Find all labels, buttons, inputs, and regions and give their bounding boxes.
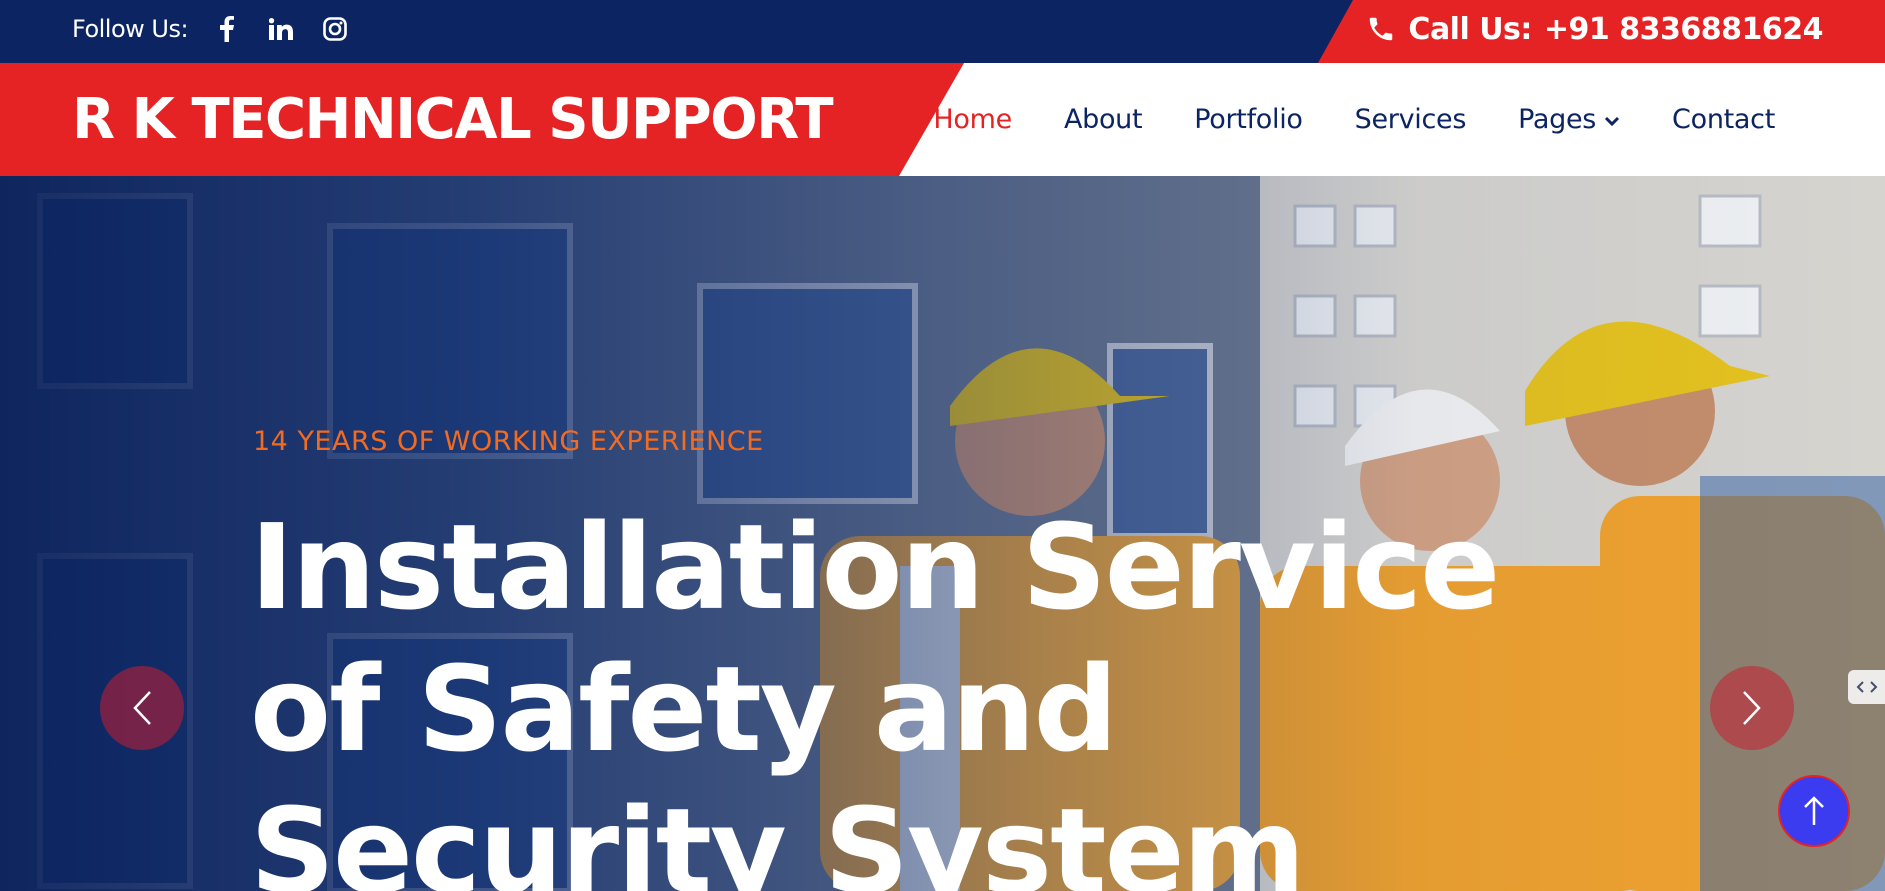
phone-icon [1370,17,1393,41]
follow-us: Follow Us: [72,0,372,58]
nav-portfolio[interactable]: Portfolio [1194,104,1303,135]
nav-pages-label: Pages [1518,104,1597,135]
hero-carousel: 14 YEARS OF WORKING EXPERIENCE Installat… [0,176,1885,891]
carousel-prev-button[interactable] [100,666,184,750]
call-us[interactable]: Call Us: +91 8336881624 [1366,0,1824,58]
nav-services[interactable]: Services [1355,104,1467,135]
nav-contact[interactable]: Contact [1672,104,1775,135]
nav-pages[interactable]: Pages [1518,104,1620,135]
phone-number[interactable]: +91 8336881624 [1544,12,1824,47]
follow-us-label: Follow Us: [72,15,189,43]
scroll-to-top-button[interactable] [1778,775,1850,847]
carousel-next-button[interactable] [1710,666,1794,750]
main-nav: Home About Portfolio Services Pages Cont… [881,63,1775,176]
call-box: Call Us: +91 8336881624 [1318,0,1885,63]
call-us-label: Call Us: [1408,11,1532,47]
hero-kicker: 14 YEARS OF WORKING EXPERIENCE [253,426,764,457]
hero-headline: Installation Service of Safety and Secur… [250,498,1500,891]
instagram-icon[interactable] [318,12,352,46]
arrow-up-icon [1804,796,1824,825]
nav-about[interactable]: About [1064,104,1143,135]
nav-home[interactable]: Home [933,104,1012,135]
top-bar: Follow Us: Call Us: +91 8336881624 [0,0,1885,63]
facebook-icon[interactable] [210,12,244,46]
side-widget-button[interactable] [1848,670,1885,704]
chevron-down-icon [1604,116,1620,126]
linkedin-icon[interactable] [264,12,298,46]
chevron-right-icon [1743,691,1761,725]
main-navbar: R K TECHNICAL SUPPORT Home About Portfol… [0,63,1885,176]
code-icon [1856,681,1877,693]
chevron-left-icon [133,691,151,725]
site-logo[interactable]: R K TECHNICAL SUPPORT [72,63,834,176]
